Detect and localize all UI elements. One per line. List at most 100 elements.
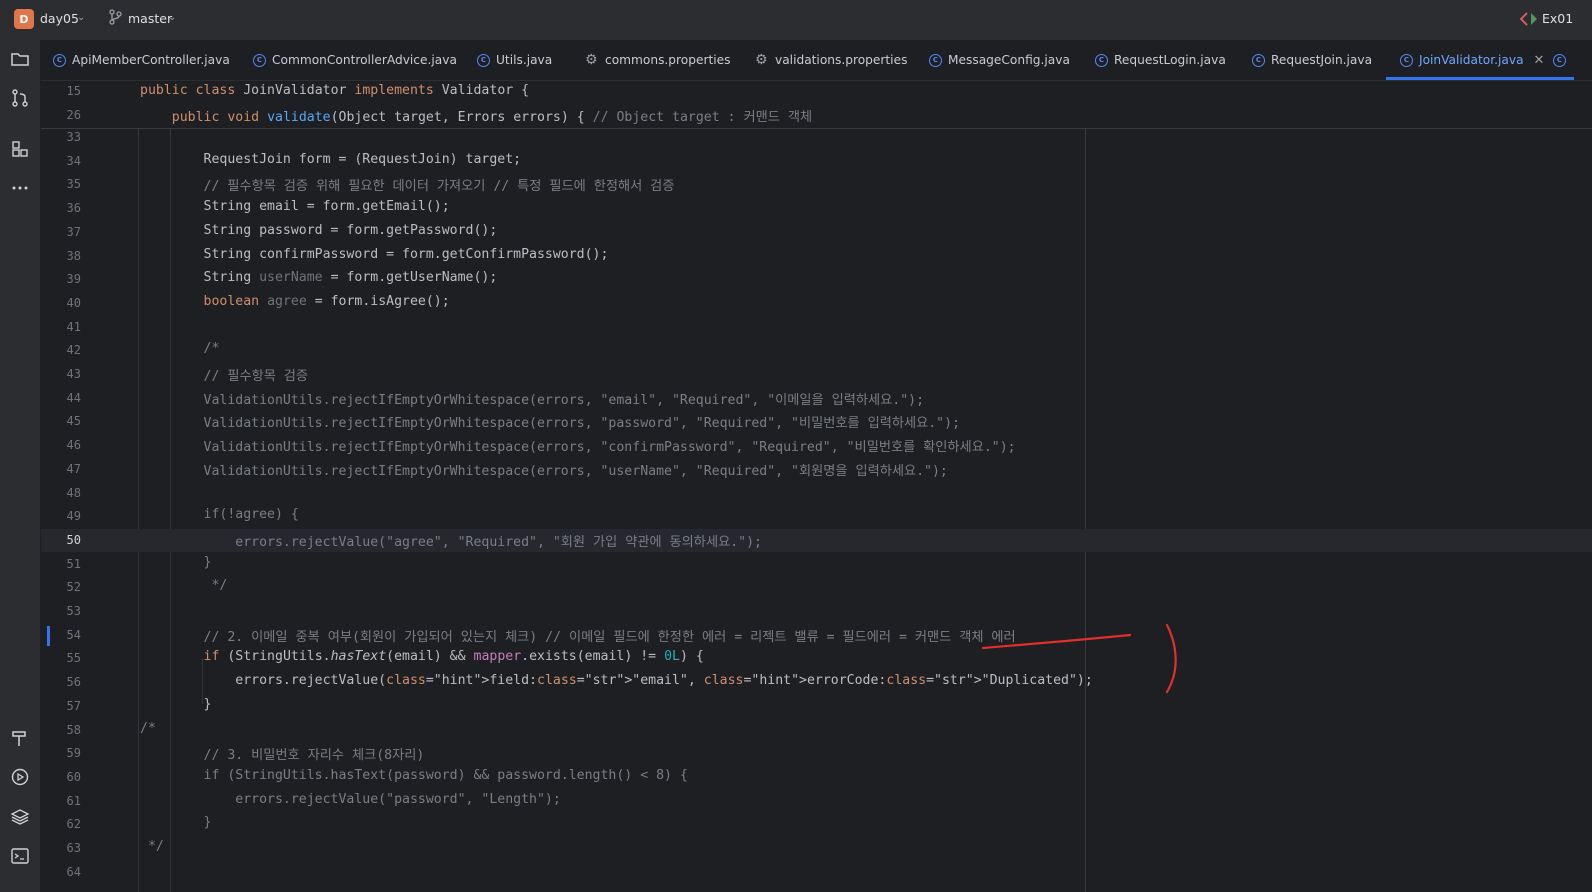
line-number[interactable]: 50 bbox=[41, 533, 81, 547]
line-number[interactable]: 46 bbox=[41, 438, 81, 452]
java-class-icon: C bbox=[1252, 53, 1265, 67]
tab-joinvalidator[interactable]: C JoinValidator.java ✕ bbox=[1385, 40, 1576, 80]
code-line[interactable]: } bbox=[140, 555, 212, 570]
line-number[interactable]: 54 bbox=[41, 628, 81, 642]
code-line[interactable]: public void validate(Object target, Erro… bbox=[140, 106, 812, 125]
code-line[interactable]: if(!agree) { bbox=[140, 507, 299, 522]
code-line[interactable]: if (StringUtils.hasText(email) && mapper… bbox=[140, 649, 704, 664]
line-number[interactable]: 62 bbox=[41, 817, 81, 831]
gear-icon: ⚙ bbox=[755, 52, 768, 68]
code-line[interactable]: String email = form.getEmail(); bbox=[140, 199, 450, 214]
line-number[interactable]: 35 bbox=[41, 177, 81, 191]
layers-icon[interactable] bbox=[9, 806, 31, 828]
line-number[interactable]: 55 bbox=[41, 651, 81, 665]
code-editor[interactable]: 15 public class JoinValidator implements… bbox=[41, 81, 1592, 892]
tab-utils[interactable]: C Utils.java bbox=[477, 40, 552, 80]
structure-icon[interactable] bbox=[9, 138, 31, 160]
code-line[interactable]: // 필수항목 검증 위해 필요한 데이터 가져오기 // 특정 필드에 한정해… bbox=[140, 175, 675, 194]
line-number[interactable]: 36 bbox=[41, 201, 81, 215]
line-number[interactable]: 61 bbox=[41, 794, 81, 808]
tool-window-strip bbox=[0, 40, 41, 892]
run-config-name[interactable]: Ex01 bbox=[1542, 11, 1573, 26]
code-line[interactable]: RequestJoin form = (RequestJoin) target; bbox=[140, 152, 522, 167]
line-number[interactable]: 59 bbox=[41, 746, 81, 760]
line-number[interactable]: 52 bbox=[41, 580, 81, 594]
tab-apimembercontroller[interactable]: C ApiMemberController.java bbox=[53, 40, 230, 80]
line-number[interactable]: 44 bbox=[41, 391, 81, 405]
code-line[interactable]: errors.rejectValue("password", "Length")… bbox=[140, 792, 561, 807]
code-line[interactable]: */ bbox=[140, 839, 164, 854]
line-number[interactable]: 53 bbox=[41, 604, 81, 618]
build-icon[interactable] bbox=[9, 727, 31, 749]
tab-validations-properties[interactable]: ⚙ validations.properties bbox=[755, 40, 907, 80]
tab-label: RequestLogin.java bbox=[1114, 53, 1226, 67]
run-config-icon[interactable] bbox=[1520, 12, 1538, 26]
code-line[interactable]: } bbox=[140, 697, 212, 712]
line-number[interactable]: 51 bbox=[41, 557, 81, 571]
tab-commons-properties[interactable]: ⚙ commons.properties bbox=[585, 40, 731, 80]
code-line[interactable]: errors.rejectValue(class="hint">field:cl… bbox=[140, 673, 1093, 688]
tab-commoncontrolleradvice[interactable]: C CommonControllerAdvice.java bbox=[253, 40, 457, 80]
tab-requestlogin[interactable]: C RequestLogin.java bbox=[1095, 40, 1226, 80]
code-line[interactable]: if (StringUtils.hasText(password) && pas… bbox=[140, 768, 688, 783]
java-class-icon: C bbox=[1095, 53, 1108, 67]
line-number[interactable]: 48 bbox=[41, 486, 81, 500]
code-line[interactable]: boolean agree = form.isAgree(); bbox=[140, 294, 450, 309]
line-number[interactable]: 45 bbox=[41, 414, 81, 428]
terminal-icon[interactable] bbox=[9, 845, 31, 867]
tab-overflow[interactable]: C bbox=[1553, 40, 1572, 80]
tab-label: Utils.java bbox=[496, 53, 553, 67]
line-number[interactable]: 47 bbox=[41, 462, 81, 476]
code-line[interactable]: ValidationUtils.rejectIfEmptyOrWhitespac… bbox=[140, 460, 948, 479]
line-number[interactable]: 63 bbox=[41, 841, 81, 855]
code-line[interactable]: } bbox=[140, 815, 212, 830]
gear-icon: ⚙ bbox=[585, 52, 598, 68]
code-line[interactable]: String confirmPassword = form.getConfirm… bbox=[140, 247, 609, 262]
git-branch-icon[interactable] bbox=[108, 9, 122, 25]
line-number[interactable]: 40 bbox=[41, 296, 81, 310]
code-line[interactable]: public class JoinValidator implements Va… bbox=[140, 83, 529, 98]
line-number[interactable]: 43 bbox=[41, 367, 81, 381]
line-number[interactable]: 37 bbox=[41, 225, 81, 239]
tab-messageconfig[interactable]: C MessageConfig.java bbox=[929, 40, 1070, 80]
close-icon[interactable]: ✕ bbox=[1534, 53, 1545, 68]
java-class-icon: C bbox=[1553, 53, 1566, 67]
code-line[interactable]: String userName = form.getUserName(); bbox=[140, 270, 498, 285]
tab-label: ApiMemberController.java bbox=[72, 53, 230, 67]
line-number[interactable]: 56 bbox=[41, 675, 81, 689]
code-line[interactable]: */ bbox=[140, 578, 227, 593]
line-number[interactable]: 34 bbox=[41, 154, 81, 168]
more-icon[interactable] bbox=[9, 177, 31, 199]
code-line[interactable]: // 2. 이메일 중복 여부(회원이 가입되어 있는지 체크) // 이메일 … bbox=[140, 626, 1016, 645]
code-line[interactable]: // 필수항목 검증 bbox=[140, 365, 309, 384]
branch-name[interactable]: master bbox=[128, 11, 172, 26]
line-number[interactable]: 64 bbox=[41, 865, 81, 879]
tab-requestjoin[interactable]: C RequestJoin.java bbox=[1252, 40, 1372, 80]
line-number[interactable]: 58 bbox=[41, 723, 81, 737]
java-class-icon: C bbox=[477, 53, 490, 67]
tab-label: CommonControllerAdvice.java bbox=[272, 53, 457, 67]
line-number[interactable]: 49 bbox=[41, 509, 81, 523]
line-number[interactable]: 39 bbox=[41, 272, 81, 286]
chevron-down-icon[interactable]: ⌄ bbox=[77, 12, 85, 23]
line-number[interactable]: 41 bbox=[41, 320, 81, 334]
code-line[interactable]: ValidationUtils.rejectIfEmptyOrWhitespac… bbox=[140, 412, 961, 431]
folder-icon[interactable] bbox=[9, 48, 31, 70]
project-name[interactable]: day05 bbox=[40, 11, 79, 26]
run-icon[interactable] bbox=[9, 766, 31, 788]
code-line[interactable]: ValidationUtils.rejectIfEmptyOrWhitespac… bbox=[140, 436, 1016, 455]
line-number[interactable]: 38 bbox=[41, 249, 81, 263]
code-line[interactable]: /* bbox=[140, 341, 220, 356]
code-line[interactable]: errors.rejectValue("agree", "Required", … bbox=[140, 531, 762, 550]
git-commit-icon[interactable] bbox=[9, 87, 31, 109]
line-number[interactable]: 57 bbox=[41, 699, 81, 713]
line-number[interactable]: 60 bbox=[41, 770, 81, 784]
chevron-down-icon[interactable]: ⌄ bbox=[168, 12, 176, 23]
code-line[interactable]: ValidationUtils.rejectIfEmptyOrWhitespac… bbox=[140, 389, 925, 408]
code-line[interactable]: // 3. 비밀번호 자리수 체크(8자리) bbox=[140, 744, 425, 763]
code-line[interactable]: String password = form.getPassword(); bbox=[140, 223, 498, 238]
line-number[interactable]: 33 bbox=[41, 130, 81, 144]
code-line[interactable]: /* bbox=[140, 721, 156, 736]
project-badge[interactable]: D bbox=[14, 9, 34, 29]
line-number[interactable]: 42 bbox=[41, 343, 81, 357]
